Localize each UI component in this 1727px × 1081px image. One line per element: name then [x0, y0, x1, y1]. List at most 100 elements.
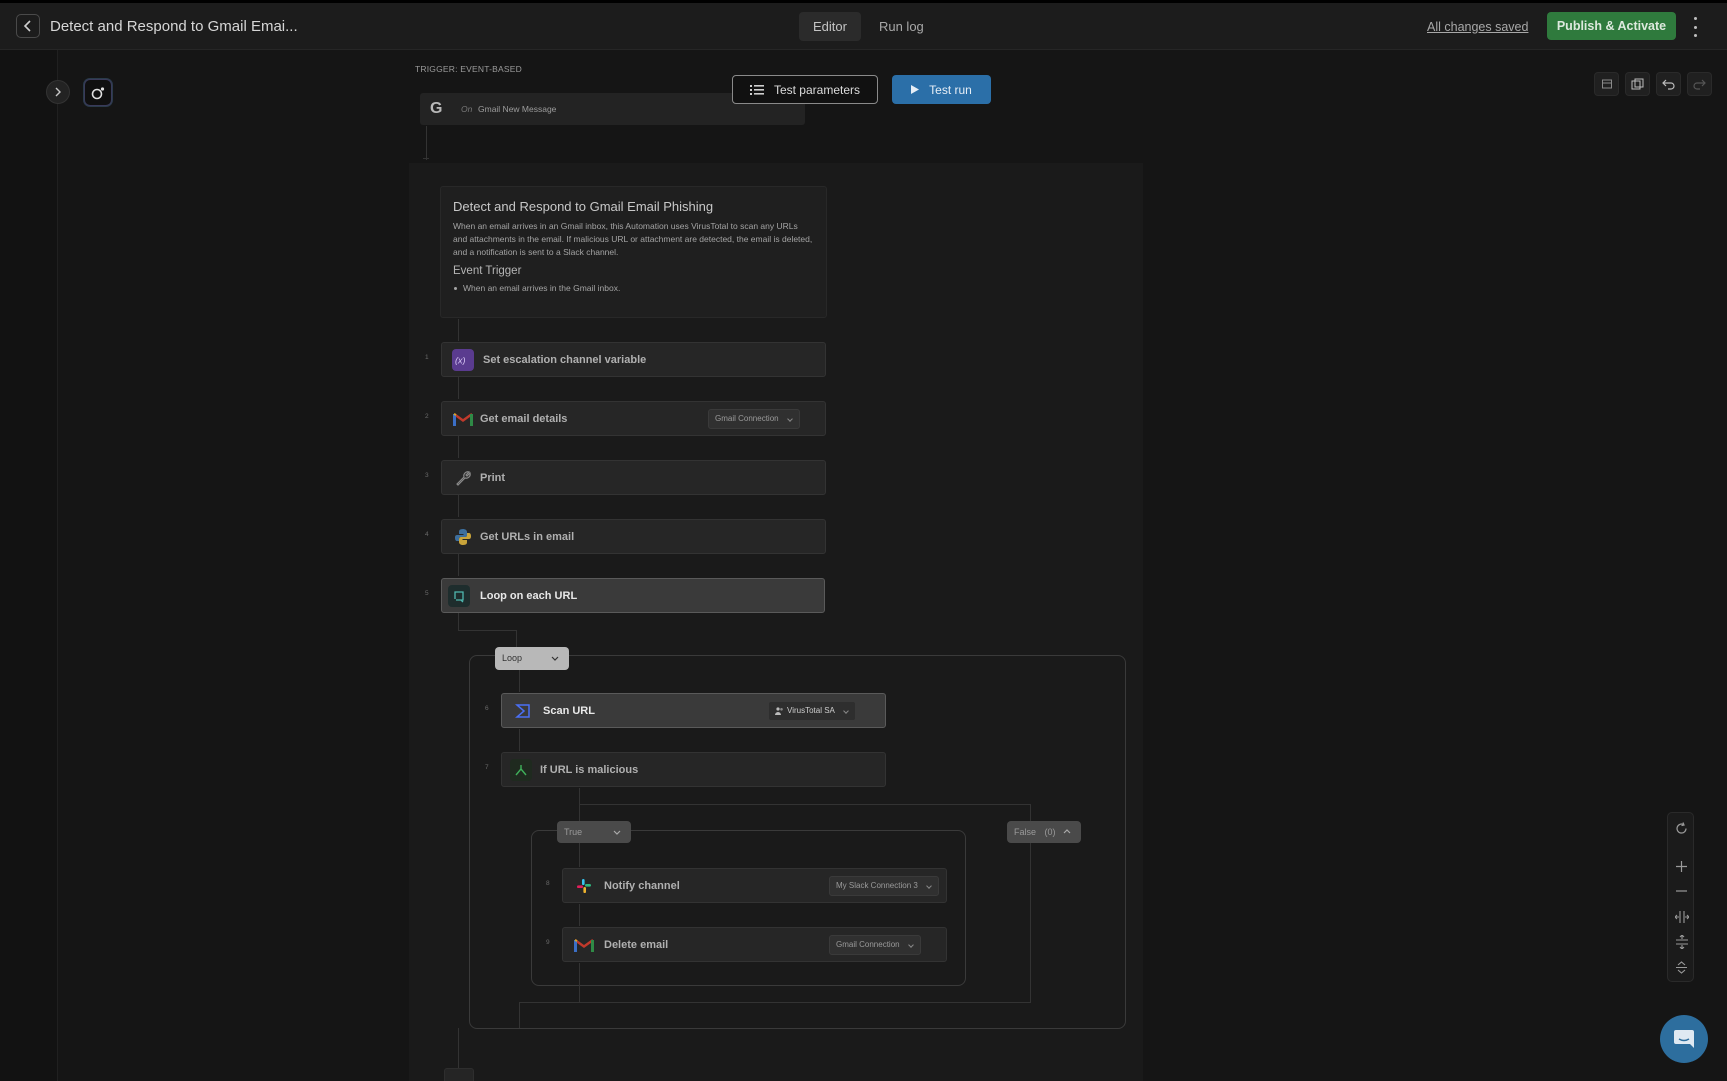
connection-select[interactable]: My Slack Connection 3 — [829, 876, 939, 896]
slack-icon — [573, 875, 595, 897]
refresh-icon — [1676, 821, 1687, 834]
reset-view-button[interactable] — [1668, 816, 1695, 840]
step-number: 4 — [425, 531, 429, 538]
step-number: 8 — [546, 880, 550, 887]
expand-panel-button[interactable] — [46, 80, 70, 104]
step-label: Print — [480, 472, 506, 484]
false-branch-dropdown[interactable]: False (0) — [1007, 821, 1081, 843]
google-icon: G — [430, 100, 443, 117]
plus-icon — [1676, 860, 1687, 872]
trigger-section-label: TRIGGER: EVENT-BASED — [415, 64, 522, 74]
description-body: When an email arrives in an Gmail inbox,… — [453, 221, 813, 257]
loop-dropdown[interactable]: Loop — [495, 647, 569, 670]
copy-button[interactable] — [1625, 72, 1650, 96]
fit-height-button[interactable] — [1668, 930, 1695, 954]
trigger-event-name: Gmail New Message — [478, 104, 557, 114]
connection-select[interactable]: Gmail Connection — [708, 409, 800, 429]
redo-icon — [1693, 79, 1706, 90]
page-title: Detect and Respond to Gmail Emai... — [50, 18, 298, 35]
virustotal-icon — [512, 700, 534, 722]
step-loop-each-url[interactable]: 5 Loop on each URL — [425, 578, 825, 613]
chevron-down-icon — [551, 656, 559, 661]
left-rail — [0, 50, 58, 1081]
step-label: If URL is malicious — [540, 764, 639, 776]
step-set-variable[interactable]: 1 (x) Set escalation channel variable — [425, 342, 826, 377]
step-label: Get email details — [480, 413, 568, 425]
description-title: Detect and Respond to Gmail Email Phishi… — [453, 199, 714, 214]
ai-icon — [91, 86, 105, 99]
step-label: Set escalation channel variable — [483, 354, 647, 366]
step-label: Loop on each URL — [480, 590, 578, 602]
zoom-in-button[interactable] — [1668, 854, 1695, 878]
gmail-icon — [573, 934, 595, 956]
connection-select[interactable]: VirusTotal SA — [768, 701, 856, 721]
fit-width-button[interactable] — [1668, 905, 1695, 929]
step-number: 9 — [546, 939, 550, 946]
tab-editor[interactable]: Editor — [799, 12, 861, 41]
copy-icon — [1631, 78, 1644, 89]
step-number: 7 — [485, 764, 489, 771]
top-header: Detect and Respond to Gmail Emai... Edit… — [0, 0, 1727, 50]
step-number: 6 — [485, 705, 489, 712]
canvas-toolbar: Test parameters Test run — [732, 75, 991, 104]
publish-activate-button[interactable]: Publish & Activate — [1547, 12, 1676, 40]
undo-button[interactable] — [1656, 72, 1681, 96]
collapse-icon — [1676, 960, 1687, 974]
workflow-description-card[interactable]: Detect and Respond to Gmail Email Phishi… — [440, 186, 827, 318]
branch-icon — [510, 759, 532, 781]
step-delete-email[interactable]: 9 Delete email Gmail Connection — [546, 927, 947, 962]
back-button[interactable] — [16, 14, 40, 38]
list-icon — [749, 84, 764, 95]
description-bullet: When an email arrives in the Gmail inbox… — [453, 283, 814, 293]
step-get-urls[interactable]: 4 Get URLs in email — [425, 519, 826, 554]
connection-select[interactable]: Gmail Connection — [829, 935, 921, 955]
connection-label: VirusTotal SA — [787, 706, 835, 715]
archive-icon — [1601, 79, 1612, 89]
fit-height-icon — [1675, 935, 1688, 949]
more-options-icon[interactable] — [1690, 17, 1700, 37]
true-branch-dropdown[interactable]: True — [557, 821, 631, 843]
step-number: 2 — [425, 413, 429, 420]
step-label: Delete email — [604, 939, 669, 951]
undo-icon — [1662, 79, 1675, 90]
description-subheading: Event Trigger — [453, 265, 522, 277]
chevron-left-icon — [23, 20, 31, 32]
support-chat-button[interactable] — [1660, 1015, 1708, 1063]
step-label: Notify channel — [604, 880, 680, 892]
chevron-up-icon — [1063, 829, 1071, 834]
false-branch-count: (0) — [1044, 827, 1056, 837]
minus-icon — [1676, 890, 1687, 892]
test-parameters-button[interactable]: Test parameters — [732, 75, 878, 104]
zoom-out-button[interactable] — [1668, 879, 1695, 903]
step-notify-channel[interactable]: 8 Notify channel My Slack Connection 3 — [546, 868, 947, 903]
step-number: 1 — [425, 354, 429, 361]
redo-button[interactable] — [1687, 72, 1712, 96]
step-label: Scan URL — [543, 705, 595, 717]
chat-icon — [1674, 1030, 1694, 1048]
step-scan-url[interactable]: 6 Scan URL VirusTotal SA — [485, 693, 886, 728]
wrench-icon — [452, 467, 474, 489]
step-print[interactable]: 3 Print — [425, 460, 826, 495]
play-icon — [911, 85, 920, 94]
archive-button[interactable] — [1594, 72, 1619, 96]
step-label: Get URLs in email — [480, 531, 575, 543]
false-branch-label: False — [1014, 827, 1037, 837]
user-group-icon — [775, 707, 783, 715]
ai-assistant-button[interactable] — [84, 79, 112, 106]
python-icon — [452, 526, 474, 548]
true-branch-container — [531, 830, 966, 986]
step-get-email-details[interactable]: 2 Get email details Gmail Connection — [425, 401, 826, 436]
chevron-right-icon — [55, 87, 61, 97]
loop-label: Loop — [502, 653, 523, 663]
zoom-controls — [1667, 812, 1694, 982]
step-if-malicious[interactable]: 7 If URL is malicious — [485, 752, 886, 787]
save-status-link[interactable]: All changes saved — [1427, 20, 1528, 34]
fit-width-icon — [1674, 911, 1689, 923]
view-tabs: Editor Run log — [799, 12, 938, 41]
next-step-node[interactable] — [444, 1068, 474, 1081]
collapse-all-button[interactable] — [1668, 955, 1695, 979]
gmail-icon — [452, 408, 474, 430]
test-run-button[interactable]: Test run — [892, 75, 991, 104]
tab-run-log[interactable]: Run log — [865, 12, 938, 41]
true-branch-label: True — [564, 827, 583, 837]
